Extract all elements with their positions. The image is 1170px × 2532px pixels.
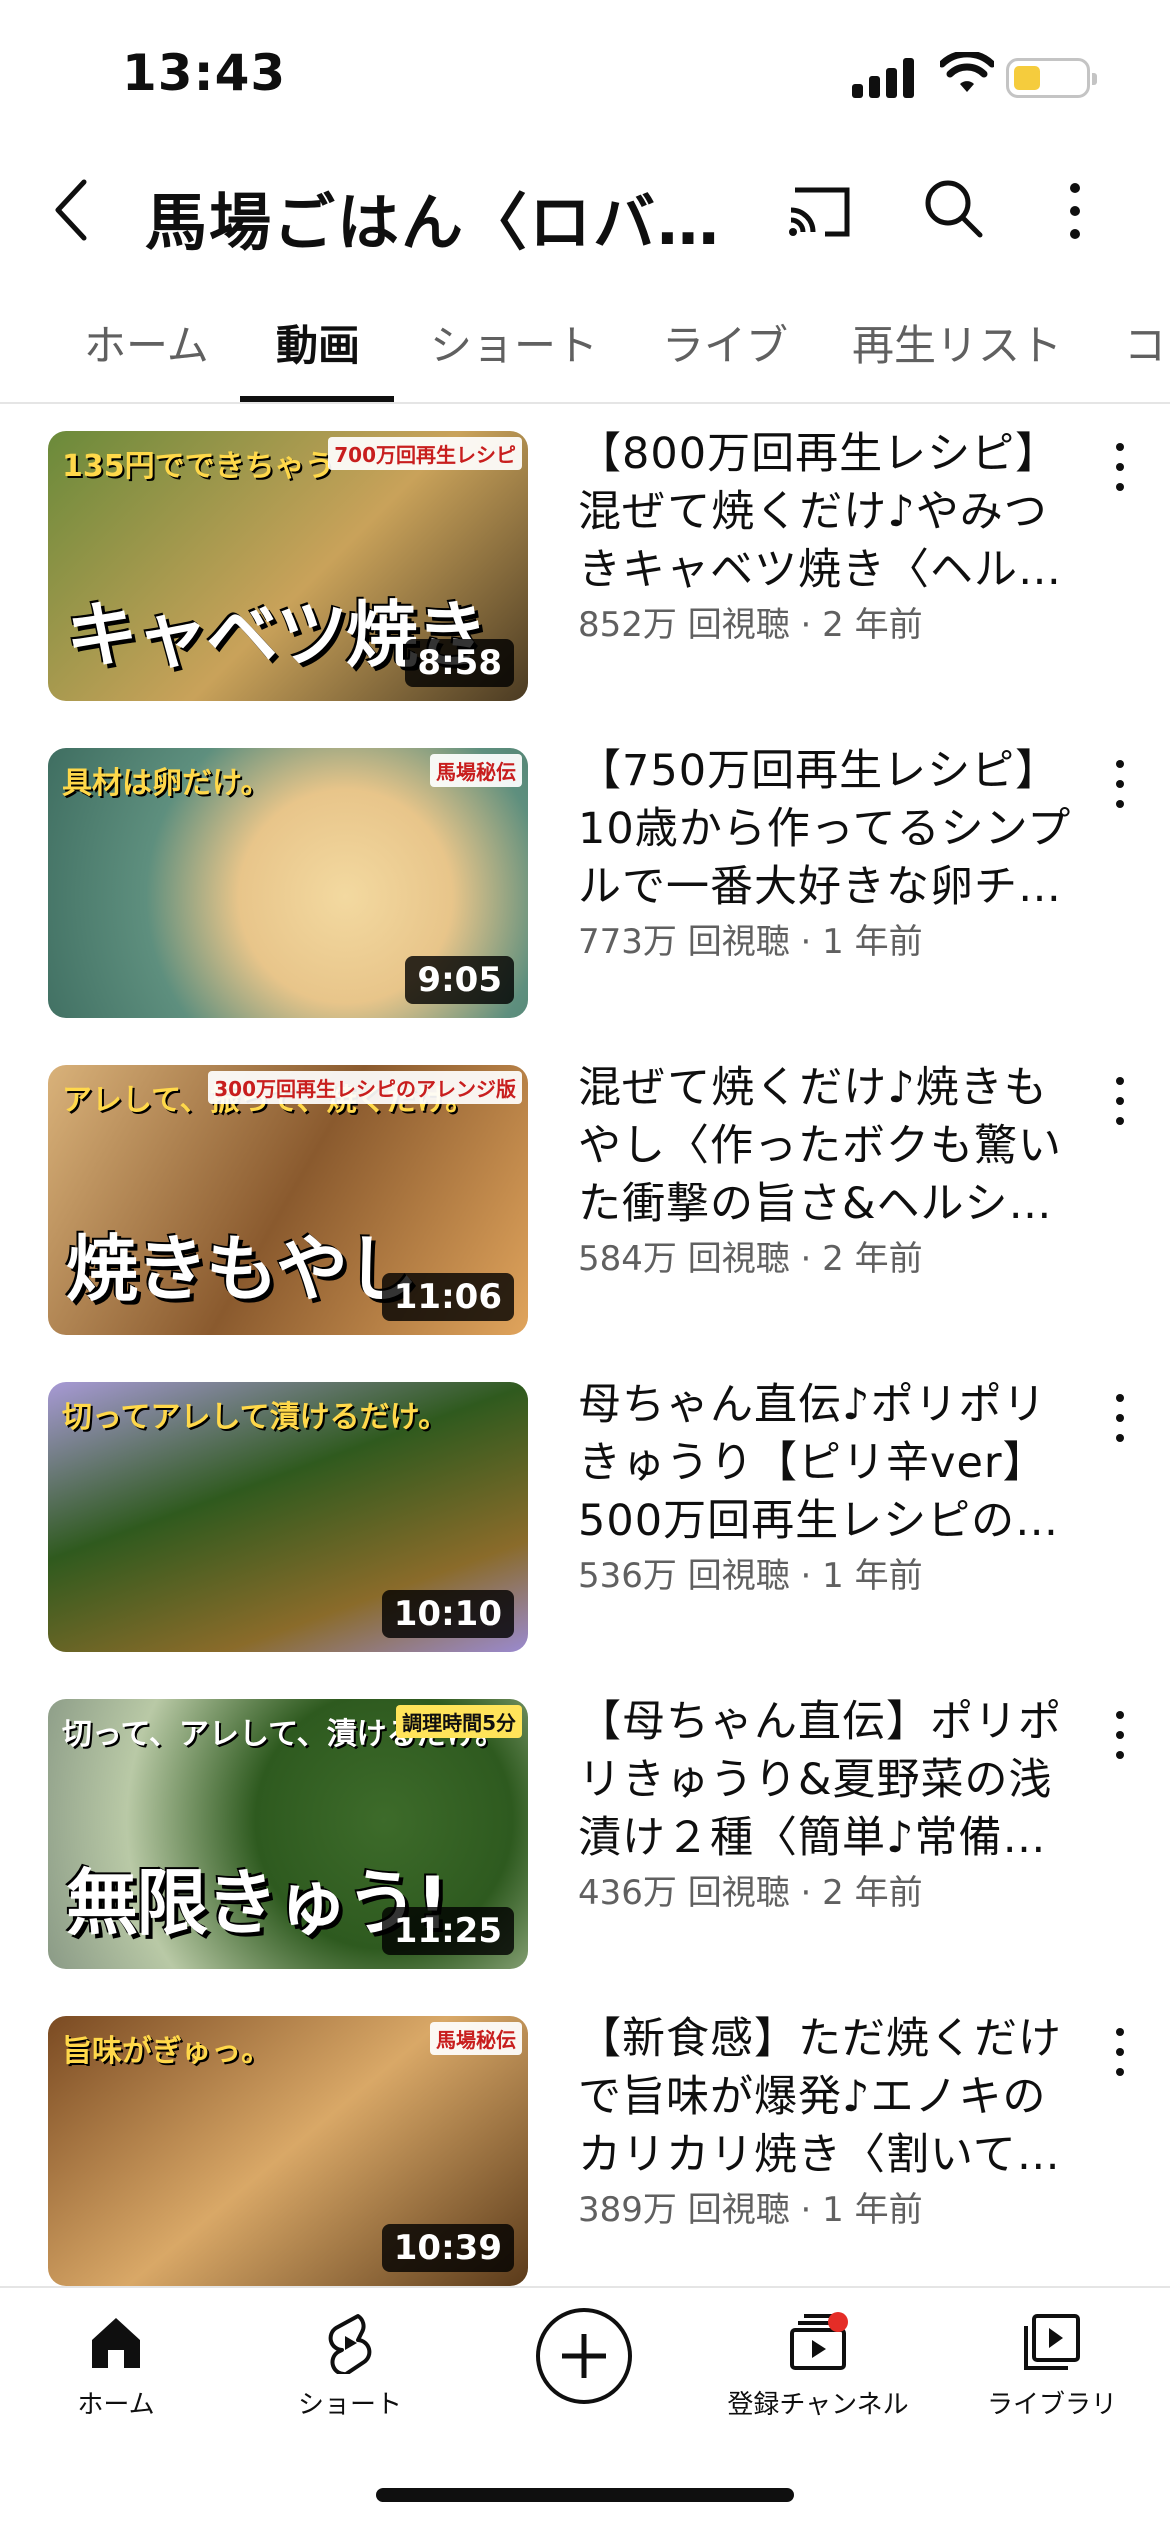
home-icon bbox=[92, 2318, 140, 2368]
video-thumbnail[interactable]: 135円でできちゃう 700万回再生レシピ キャベツ焼き 8:58 bbox=[48, 431, 528, 701]
thumbnail-tag: 300万回再生レシピのアレンジ版 bbox=[208, 1071, 522, 1104]
video-item[interactable]: 切って、アレして、漬けるだけ。 調理時間5分 無限きゅう! 11:25 【母ちゃ… bbox=[0, 1673, 1170, 1973]
thumbnail-tag: 馬場秘伝 bbox=[430, 2022, 522, 2055]
search-icon[interactable] bbox=[920, 175, 986, 241]
video-duration: 10:10 bbox=[381, 1590, 514, 1638]
thumbnail-tag: 700万回再生レシピ bbox=[328, 437, 522, 470]
nav-shorts-label: ショート bbox=[297, 2390, 402, 2420]
video-item[interactable]: アレして、振って、焼くだけ。 300万回再生レシピのアレンジ版 焼きもやし 11… bbox=[0, 1039, 1170, 1339]
tab-live[interactable]: ライブ bbox=[662, 312, 788, 373]
video-meta: 852万 回視聴 · 2 年前 bbox=[578, 605, 923, 645]
tab-home[interactable]: ホーム bbox=[84, 312, 209, 373]
thumbnail-caption: 135円でできちゃう bbox=[62, 449, 335, 484]
video-title[interactable]: 【750万回再生レシピ】10歳から作ってるシンプルで一番大好きな卵チ… bbox=[578, 742, 1088, 916]
video-item[interactable]: 旨味がぎゅっ。 馬場秘伝 10:39 【新食感】ただ焼くだけで旨味が爆発♪エノキ… bbox=[0, 1990, 1170, 2290]
wifi-icon bbox=[940, 52, 994, 92]
library-icon bbox=[1024, 2314, 1080, 2370]
video-more-icon[interactable] bbox=[1108, 439, 1132, 495]
video-meta: 773万 回視聴 · 1 年前 bbox=[578, 922, 923, 962]
nav-shorts[interactable]: ショート bbox=[250, 2310, 450, 2421]
thumbnail-caption: 切ってアレして漬けるだけ。 bbox=[62, 1400, 449, 1435]
video-meta: 389万 回視聴 · 1 年前 bbox=[578, 2190, 923, 2230]
home-indicator bbox=[376, 2488, 794, 2502]
video-more-icon[interactable] bbox=[1108, 1390, 1132, 1446]
video-thumbnail[interactable]: アレして、振って、焼くだけ。 300万回再生レシピのアレンジ版 焼きもやし 11… bbox=[48, 1065, 528, 1335]
thumbnail-tag: 馬場秘伝 bbox=[430, 754, 522, 787]
active-tab-indicator bbox=[240, 396, 394, 402]
cast-icon[interactable] bbox=[785, 180, 855, 240]
video-thumbnail[interactable]: 切って、アレして、漬けるだけ。 調理時間5分 無限きゅう! 11:25 bbox=[48, 1699, 528, 1969]
tab-community[interactable]: コミ bbox=[1124, 312, 1170, 373]
video-duration: 11:25 bbox=[381, 1907, 514, 1955]
thumbnail-tag: 調理時間5分 bbox=[396, 1705, 522, 1738]
nav-subscriptions[interactable]: 登録チャンネル bbox=[718, 2310, 918, 2421]
cellular-signal-icon bbox=[852, 58, 916, 98]
video-title[interactable]: 混ぜて焼くだけ♪焼きもやし〈作ったボクも驚いた衝撃の旨さ&ヘルシ… bbox=[578, 1059, 1088, 1233]
video-more-icon[interactable] bbox=[1108, 756, 1132, 812]
video-title[interactable]: 【800万回再生レシピ】混ぜて焼くだけ♪やみつきキャベツ焼き〈ヘルシ… bbox=[578, 425, 1088, 599]
back-arrow-icon[interactable] bbox=[44, 172, 104, 248]
thumbnail-title: 焼きもやし bbox=[66, 1227, 418, 1311]
video-more-icon[interactable] bbox=[1108, 2024, 1132, 2080]
status-time: 13:43 bbox=[122, 44, 287, 102]
video-title[interactable]: 母ちゃん直伝♪ポリポリきゅうり【ピリ辛ver】500万回再生レシピの… bbox=[578, 1376, 1088, 1550]
thumbnail-caption: 具材は卵だけ。 bbox=[62, 766, 271, 801]
more-vert-icon[interactable] bbox=[1060, 178, 1090, 244]
nav-home-label: ホーム bbox=[77, 2390, 155, 2420]
subscriptions-icon bbox=[790, 2312, 848, 2370]
channel-title: 馬場ごはん〈ロバ… bbox=[145, 186, 722, 259]
status-bar: 13:43 bbox=[0, 0, 1170, 150]
channel-tabs: ホーム 動画 ショート ライブ 再生リスト コミ bbox=[0, 290, 1170, 404]
video-item[interactable]: 具材は卵だけ。 馬場秘伝 9:05 【750万回再生レシピ】10歳から作ってるシ… bbox=[0, 722, 1170, 1022]
nav-library[interactable]: ライブラリ bbox=[952, 2310, 1152, 2421]
tab-videos[interactable]: 動画 bbox=[276, 312, 360, 373]
shorts-icon bbox=[328, 2314, 372, 2374]
tab-shorts[interactable]: ショート bbox=[430, 312, 598, 373]
nav-library-label: ライブラリ bbox=[986, 2390, 1117, 2420]
video-thumbnail[interactable]: 具材は卵だけ。 馬場秘伝 9:05 bbox=[48, 748, 528, 1018]
tab-playlists[interactable]: 再生リスト bbox=[852, 312, 1062, 373]
video-duration: 10:39 bbox=[381, 2224, 514, 2272]
video-thumbnail[interactable]: 切ってアレして漬けるだけ。 10:10 bbox=[48, 1382, 528, 1652]
thumbnail-caption: 旨味がぎゅっ。 bbox=[62, 2034, 272, 2069]
video-more-icon[interactable] bbox=[1108, 1707, 1132, 1763]
nav-subscriptions-label: 登録チャンネル bbox=[727, 2390, 909, 2420]
battery-icon bbox=[1006, 58, 1097, 98]
nav-home[interactable]: ホーム bbox=[16, 2310, 216, 2421]
video-duration: 11:06 bbox=[381, 1273, 514, 1321]
video-title[interactable]: 【母ちゃん直伝】ポリポリきゅうり&夏野菜の浅漬け２種〈簡単♪常備… bbox=[578, 1693, 1088, 1867]
video-duration: 8:58 bbox=[405, 639, 514, 687]
video-thumbnail[interactable]: 旨味がぎゅっ。 馬場秘伝 10:39 bbox=[48, 2016, 528, 2286]
video-meta: 436万 回視聴 · 2 年前 bbox=[578, 1873, 923, 1913]
video-duration: 9:05 bbox=[405, 956, 514, 1004]
app-bar: 馬場ごはん〈ロバ… bbox=[0, 150, 1170, 270]
video-item[interactable]: 切ってアレして漬けるだけ。 10:10 母ちゃん直伝♪ポリポリきゅうり【ピリ辛v… bbox=[0, 1356, 1170, 1656]
video-title[interactable]: 【新食感】ただ焼くだけで旨味が爆発♪エノキのカリカリ焼き〈割いて… bbox=[578, 2010, 1088, 2184]
video-meta: 584万 回視聴 · 2 年前 bbox=[578, 1239, 923, 1279]
video-meta: 536万 回視聴 · 1 年前 bbox=[578, 1556, 923, 1596]
create-plus-icon[interactable] bbox=[534, 2306, 634, 2406]
video-more-icon[interactable] bbox=[1108, 1073, 1132, 1129]
video-item[interactable]: 135円でできちゃう 700万回再生レシピ キャベツ焼き 8:58 【800万回… bbox=[0, 405, 1170, 705]
